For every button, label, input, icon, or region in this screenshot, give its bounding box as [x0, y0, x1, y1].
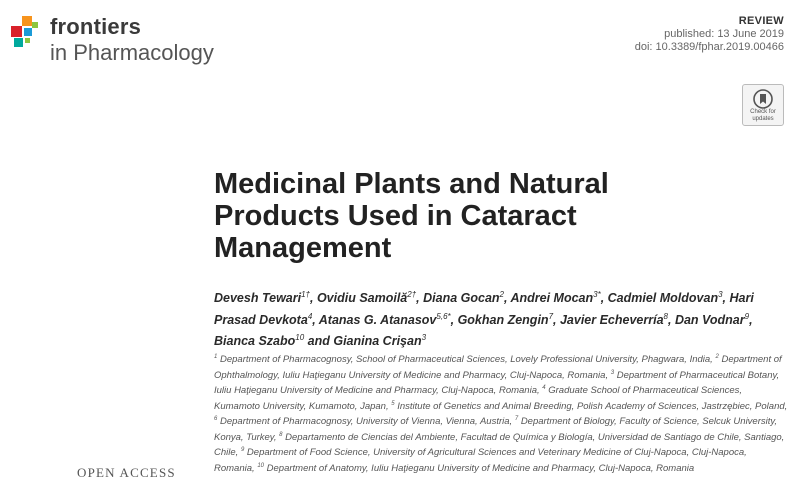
affiliation-list: 1 Department of Pharmacognosy, School of…	[214, 351, 789, 476]
author-name[interactable]: Andrei Mocan	[510, 291, 593, 305]
affiliation-number: 8	[279, 431, 283, 438]
affiliation-text: Department of Pharmacognosy, University …	[219, 416, 513, 428]
author-separator: ,	[310, 291, 317, 306]
open-access-label: OPEN ACCESS	[77, 465, 176, 480]
affiliation-number: 9	[240, 447, 245, 454]
affiliation-number: 1	[214, 354, 218, 360]
frontiers-logo-icon	[11, 16, 38, 47]
affiliation-number: 10	[257, 462, 264, 469]
affiliation-number: 6	[214, 416, 218, 423]
author-separator: ,	[749, 312, 753, 327]
article-meta: REVIEW published: 13 June 2019 doi: 10.3…	[635, 15, 784, 53]
journal-name: in Pharmacology	[50, 40, 214, 65]
author-name[interactable]: Atanas G. Atanasov	[319, 313, 437, 327]
article-type: REVIEW	[738, 15, 784, 27]
affiliation-text: Institute of Genetics and Animal Breedin…	[397, 400, 788, 412]
author-separator: ,	[553, 312, 560, 327]
check-updates-label: Check for updates	[750, 109, 776, 122]
brand-name: frontiers	[50, 14, 142, 39]
author-name[interactable]: Dan Vodnar	[675, 313, 745, 327]
author-separator: ,	[450, 312, 458, 327]
author-list: Devesh Tewari1†, Ovidiu Samoilă2†, Diana…	[214, 286, 774, 351]
affiliation-text: Department of Pharmacognosy, School of P…	[219, 354, 713, 366]
article-title: Medicinal Plants and Natural Products Us…	[214, 168, 609, 264]
author-affiliation-marker: 2†	[407, 290, 417, 299]
author-affiliation-marker: 1†	[301, 290, 310, 299]
affiliation-number: 5	[391, 400, 395, 407]
author-separator: ,	[667, 312, 675, 327]
author-separator: and	[304, 334, 334, 349]
doi-link[interactable]: doi: 10.3389/fphar.2019.00466	[635, 41, 784, 53]
affiliation-number: 2	[715, 354, 719, 360]
author-name[interactable]: Gokhan Zengin	[458, 313, 549, 327]
affiliation-number: 3	[610, 369, 615, 376]
journal-logo: frontiers in Pharmacology	[10, 14, 230, 74]
author-name[interactable]: Bianca Szabo	[214, 334, 295, 348]
author-separator: ,	[722, 291, 730, 306]
published-date: published: 13 June 2019	[664, 28, 784, 40]
check-for-updates-button[interactable]: Check for updates	[742, 84, 784, 126]
author-name[interactable]: Cadmiel Moldovan	[608, 291, 718, 305]
author-name[interactable]: Gianina Crişan	[333, 334, 421, 348]
affiliation-text: Department of Anatomy, Iuliu Haţieganu U…	[266, 463, 695, 475]
author-affiliation-marker: 5,6*	[436, 311, 451, 321]
author-name[interactable]: Javier Echeverría	[560, 313, 664, 327]
author-name[interactable]: Ovidiu Samoilă	[317, 291, 407, 305]
affiliation-number: 7	[514, 416, 519, 423]
author-name[interactable]: Diana Gocan	[423, 291, 499, 305]
author-separator: ,	[600, 291, 608, 306]
author-affiliation-marker: 10	[295, 333, 305, 343]
author-affiliation-marker: 3	[421, 333, 427, 343]
bookmark-icon	[753, 89, 773, 109]
author-name[interactable]: Devesh Tewari	[214, 291, 301, 305]
affiliation-number: 4	[542, 385, 546, 392]
author-affiliation-marker: 3*	[593, 290, 601, 299]
